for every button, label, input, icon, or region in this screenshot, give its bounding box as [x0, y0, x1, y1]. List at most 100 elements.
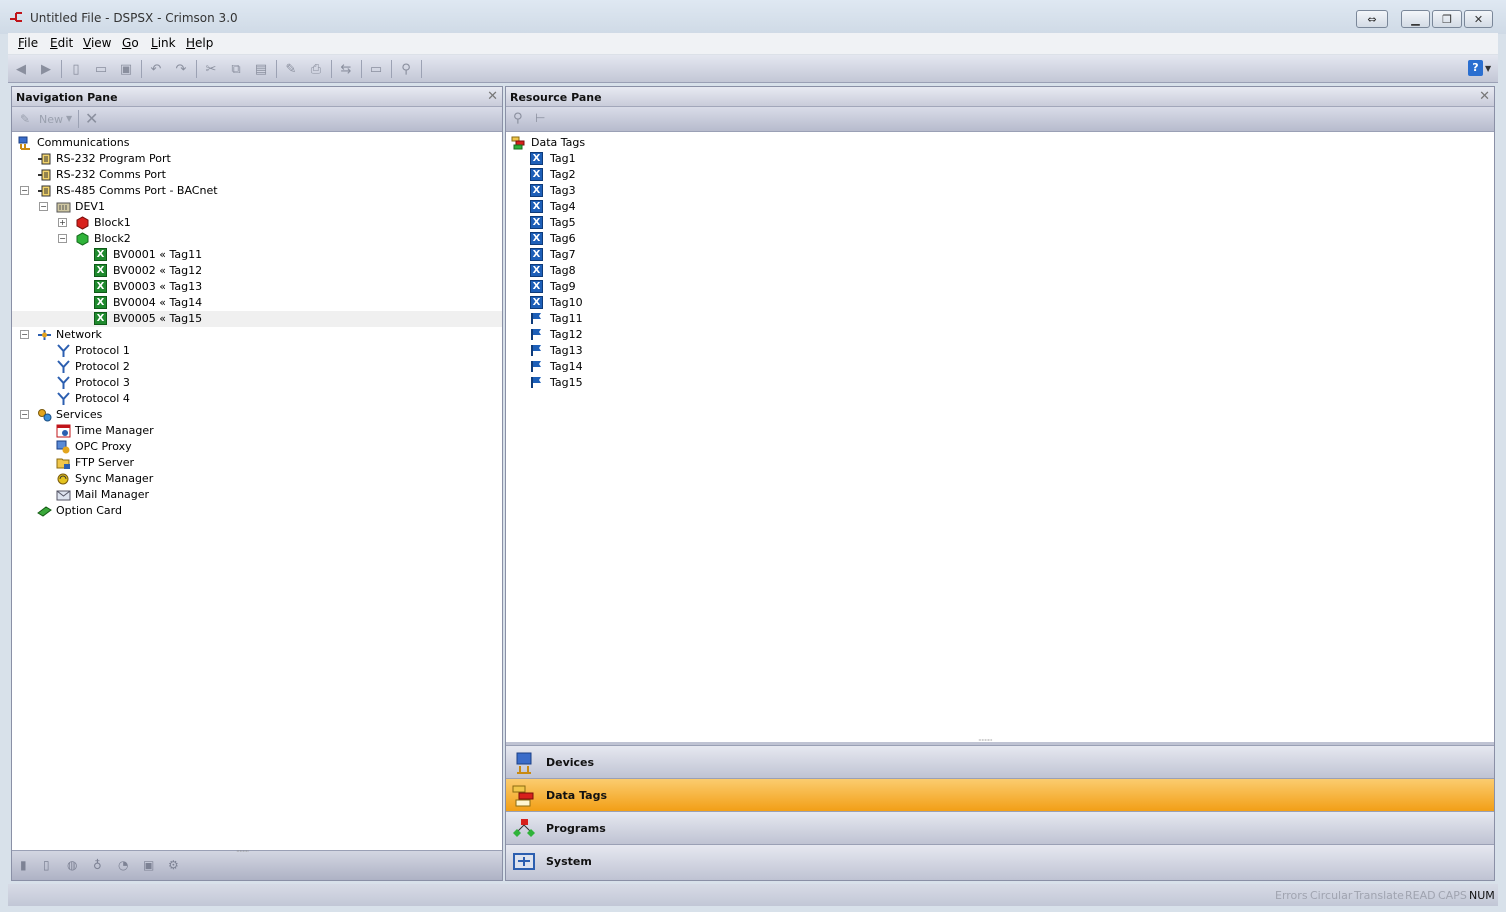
- back-icon[interactable]: ◀: [12, 60, 30, 78]
- minimize-button[interactable]: ▁: [1401, 10, 1430, 28]
- tag-row[interactable]: X Tag3: [506, 183, 1494, 199]
- tag-row[interactable]: X Tag2: [506, 167, 1494, 183]
- collapse-icon[interactable]: −: [20, 410, 29, 419]
- close-icon[interactable]: ✕: [487, 89, 498, 104]
- menu-link[interactable]: Link: [151, 36, 176, 50]
- tag-row[interactable]: Tag11: [506, 311, 1494, 327]
- tree-item-rs485-comms-port[interactable]: − RS-485 Comms Port - BACnet: [12, 183, 502, 199]
- category-data-tags[interactable]: Data Tags: [506, 778, 1494, 811]
- tag-row[interactable]: X Tag9: [506, 279, 1494, 295]
- tree-item-communications[interactable]: Communications: [12, 135, 502, 151]
- toolbar: ◀ ▶ ▯ ▭ ▣ ↶ ↷ ✂ ⧉ ▤ ✎ ⎙ ⇆ ▭ ⚲ ? ▼: [8, 55, 1498, 83]
- menu-go[interactable]: Go: [122, 36, 139, 50]
- close-icon[interactable]: ✕: [1479, 89, 1490, 104]
- tree-item-network[interactable]: − Network: [12, 327, 502, 343]
- menu-help[interactable]: Help: [186, 36, 213, 50]
- tree-item-time-manager[interactable]: Time Manager: [12, 423, 502, 439]
- copy-icon[interactable]: ⧉: [227, 60, 245, 78]
- tree-view-icon[interactable]: ⊢: [535, 111, 545, 125]
- tree-item-sync-manager[interactable]: Sync Manager: [12, 471, 502, 487]
- tree-item-option-card[interactable]: Option Card: [12, 503, 502, 519]
- tree-item-ftp-server[interactable]: FTP Server: [12, 455, 502, 471]
- services-shortcut-icon[interactable]: ◔: [118, 858, 128, 872]
- tag-label: Tag8: [550, 264, 576, 277]
- paste-icon[interactable]: ▤: [252, 60, 270, 78]
- collapse-icon[interactable]: −: [39, 202, 48, 211]
- tag-row[interactable]: X Tag4: [506, 199, 1494, 215]
- tag-row[interactable]: X Tag7: [506, 247, 1494, 263]
- tree-item-opc-proxy[interactable]: OPC Proxy: [12, 439, 502, 455]
- splitter-grip-icon[interactable]: ········: [236, 847, 249, 856]
- search-icon[interactable]: ⚲: [513, 111, 523, 126]
- category-programs[interactable]: Programs: [506, 811, 1494, 844]
- tree-item-bv0004[interactable]: X BV0004 « Tag14: [12, 295, 502, 311]
- tree-item-rs232-program-port[interactable]: RS-232 Program Port: [12, 151, 502, 167]
- undo-icon[interactable]: ↶: [147, 60, 165, 78]
- tree-item-services[interactable]: − Services: [12, 407, 502, 423]
- tag-row[interactable]: Tag12: [506, 327, 1494, 343]
- tree-item-data-tags[interactable]: Data Tags: [506, 135, 1494, 151]
- category-system[interactable]: System: [506, 844, 1494, 880]
- system-icon: [513, 853, 535, 870]
- tree-item-protocol-2[interactable]: Protocol 2: [12, 359, 502, 375]
- menu-view[interactable]: View: [83, 36, 111, 50]
- menu-edit[interactable]: Edit: [50, 36, 73, 50]
- tag-label: Tag13: [550, 344, 583, 357]
- tree-item-rs232-comms-port[interactable]: RS-232 Comms Port: [12, 167, 502, 183]
- delete-icon[interactable]: ✕: [85, 109, 98, 128]
- print-icon[interactable]: ⎙: [307, 60, 325, 78]
- expand-icon[interactable]: +: [58, 218, 67, 227]
- communications-shortcut-icon[interactable]: ▮: [20, 858, 27, 872]
- close-button[interactable]: ✕: [1464, 10, 1493, 28]
- new-button[interactable]: New: [39, 113, 63, 126]
- tag-row[interactable]: X Tag5: [506, 215, 1494, 231]
- mapped-tag-icon: X: [94, 296, 107, 309]
- tag-row[interactable]: X Tag1: [506, 151, 1494, 167]
- menu-file[interactable]: File: [18, 36, 38, 50]
- redo-icon[interactable]: ↷: [172, 60, 190, 78]
- port-shortcut-icon[interactable]: ▯: [43, 858, 50, 872]
- tag-row[interactable]: Tag13: [506, 343, 1494, 359]
- window-icon[interactable]: ▭: [367, 60, 385, 78]
- maximize-button[interactable]: ❐: [1432, 10, 1462, 28]
- tag-row[interactable]: X Tag10: [506, 295, 1494, 311]
- network-shortcut-icon[interactable]: ♁: [93, 858, 102, 872]
- find-icon[interactable]: ✎: [282, 60, 300, 78]
- navigation-pane-toolbar: ✎ New ▼ ✕: [12, 107, 502, 132]
- tree-item-bv0002[interactable]: X BV0002 « Tag12: [12, 263, 502, 279]
- tree-item-block2[interactable]: − Block2: [12, 231, 502, 247]
- collapse-icon[interactable]: −: [20, 186, 29, 195]
- title-bar: Untitled File - DSPSX - Crimson 3.0 ⇔ ▁ …: [0, 0, 1506, 34]
- help-button[interactable]: ? ▼: [1468, 60, 1494, 78]
- resize-button[interactable]: ⇔: [1356, 10, 1388, 28]
- tree-item-protocol-4[interactable]: Protocol 4: [12, 391, 502, 407]
- collapse-icon[interactable]: −: [58, 234, 67, 243]
- splitter-grip-icon[interactable]: ·········: [978, 736, 993, 745]
- collapse-icon[interactable]: −: [20, 330, 29, 339]
- open-file-icon[interactable]: ▭: [92, 60, 110, 78]
- category-devices[interactable]: Devices: [506, 745, 1494, 778]
- navigation-pane-header: Navigation Pane ✕: [12, 87, 502, 107]
- link-icon[interactable]: ⇆: [337, 60, 355, 78]
- tag-row[interactable]: Tag15: [506, 375, 1494, 391]
- tree-item-protocol-3[interactable]: Protocol 3: [12, 375, 502, 391]
- device-shortcut-icon[interactable]: ◍: [67, 858, 77, 872]
- tag-row[interactable]: Tag14: [506, 359, 1494, 375]
- cut-icon[interactable]: ✂: [202, 60, 220, 78]
- tree-item-bv0001[interactable]: X BV0001 « Tag11: [12, 247, 502, 263]
- tree-item-mail-manager[interactable]: Mail Manager: [12, 487, 502, 503]
- flag-tag-icon: [531, 377, 541, 388]
- tree-item-protocol-1[interactable]: Protocol 1: [12, 343, 502, 359]
- tree-item-dev1[interactable]: − DEV1: [12, 199, 502, 215]
- tag-row[interactable]: X Tag6: [506, 231, 1494, 247]
- tree-item-bv0003[interactable]: X BV0003 « Tag13: [12, 279, 502, 295]
- image-shortcut-icon[interactable]: ▣: [143, 858, 154, 872]
- tree-item-block1[interactable]: + Block1: [12, 215, 502, 231]
- forward-icon[interactable]: ▶: [37, 60, 55, 78]
- new-file-icon[interactable]: ▯: [67, 60, 85, 78]
- settings-shortcut-icon[interactable]: ⚙: [168, 858, 179, 872]
- tag-row[interactable]: X Tag8: [506, 263, 1494, 279]
- save-icon[interactable]: ▣: [117, 60, 135, 78]
- tool-icon[interactable]: ⚲: [397, 60, 415, 78]
- tree-item-bv0005[interactable]: X BV0005 « Tag15: [12, 311, 502, 327]
